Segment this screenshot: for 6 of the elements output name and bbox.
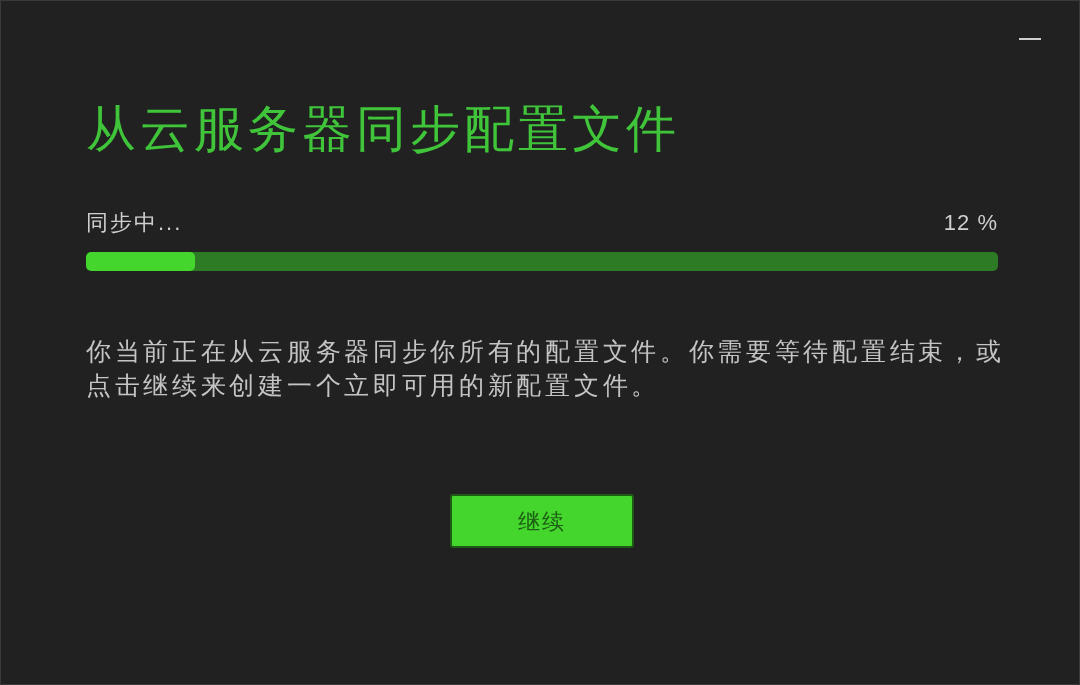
description-text: 你当前正在从云服务器同步你所有的配置文件。你需要等待配置结束，或点击继续来创建一个立即可用的新配置文件。 [86, 336, 1006, 401]
continue-button[interactable]: 继续 [450, 494, 634, 548]
progress-label: 同步中... [86, 210, 183, 236]
progress-percent: 12 % [943, 210, 998, 236]
minimize-icon [1019, 38, 1041, 40]
dialog-title: 从云服务器同步配置文件 [86, 104, 681, 154]
